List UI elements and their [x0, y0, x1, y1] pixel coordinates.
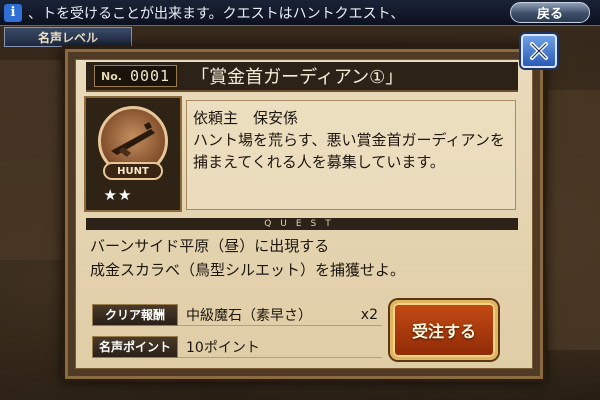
client-description: ハント場を荒らす、悪い賞金首ガーディアンを捕まえてくれる人を募集しています。 [193, 131, 505, 171]
background-shelf-right [548, 90, 600, 350]
client-info-box: 依頼主 保安係 ハント場を荒らす、悪い賞金首ガーディアンを捕まえてくれる人を募集… [186, 100, 516, 210]
top-bar: i 、トを受けることが出来ます。クエストはハントクエスト、 戻る [0, 0, 600, 26]
reward-value: 10ポイント [186, 339, 260, 356]
quest-number-value: 0001 [129, 67, 171, 85]
reward-row-clear: クリア報酬 中級魔石（素早さ） x2 [92, 303, 382, 326]
reward-label: クリア報酬 [92, 303, 178, 326]
accept-quest-button[interactable]: 受注する [390, 300, 498, 360]
difficulty-stars: ★★ [103, 186, 133, 204]
reward-label: 名声ポイント [92, 335, 178, 358]
info-icon[interactable]: i [4, 3, 22, 22]
reward-value: 中級魔石（素早さ） [186, 307, 312, 324]
close-button[interactable] [521, 34, 557, 68]
quest-divider: QUEST [86, 218, 518, 230]
back-button[interactable]: 戻る [510, 2, 590, 23]
hunt-badge: HUNT [103, 162, 163, 180]
quest-number-label: No. [101, 69, 122, 83]
quest-title: 「賞金首ガーディアン①」 [191, 67, 404, 88]
fame-level-tab[interactable]: 名声レベル [4, 27, 132, 47]
quest-objective: バーンサイド平原（昼）に出現する 成金スカラベ（鳥型シルエット）を捕獲せよ。 [90, 237, 406, 279]
quest-emblem: HUNT ★★ [84, 96, 182, 212]
reward-quantity: x2 [360, 306, 378, 323]
quest-header: No. 0001 「賞金首ガーディアン①」 [86, 62, 518, 92]
background-shelf-left [0, 60, 70, 260]
ticker-text: 、トを受けることが出来ます。クエストはハントクエスト、 [28, 5, 405, 22]
close-x-icon [530, 42, 548, 60]
reward-row-fame: 名声ポイント 10ポイント [92, 335, 382, 358]
client-name: 依頼主 保安係 [193, 109, 299, 127]
quest-number-box: No. 0001 [94, 65, 178, 87]
